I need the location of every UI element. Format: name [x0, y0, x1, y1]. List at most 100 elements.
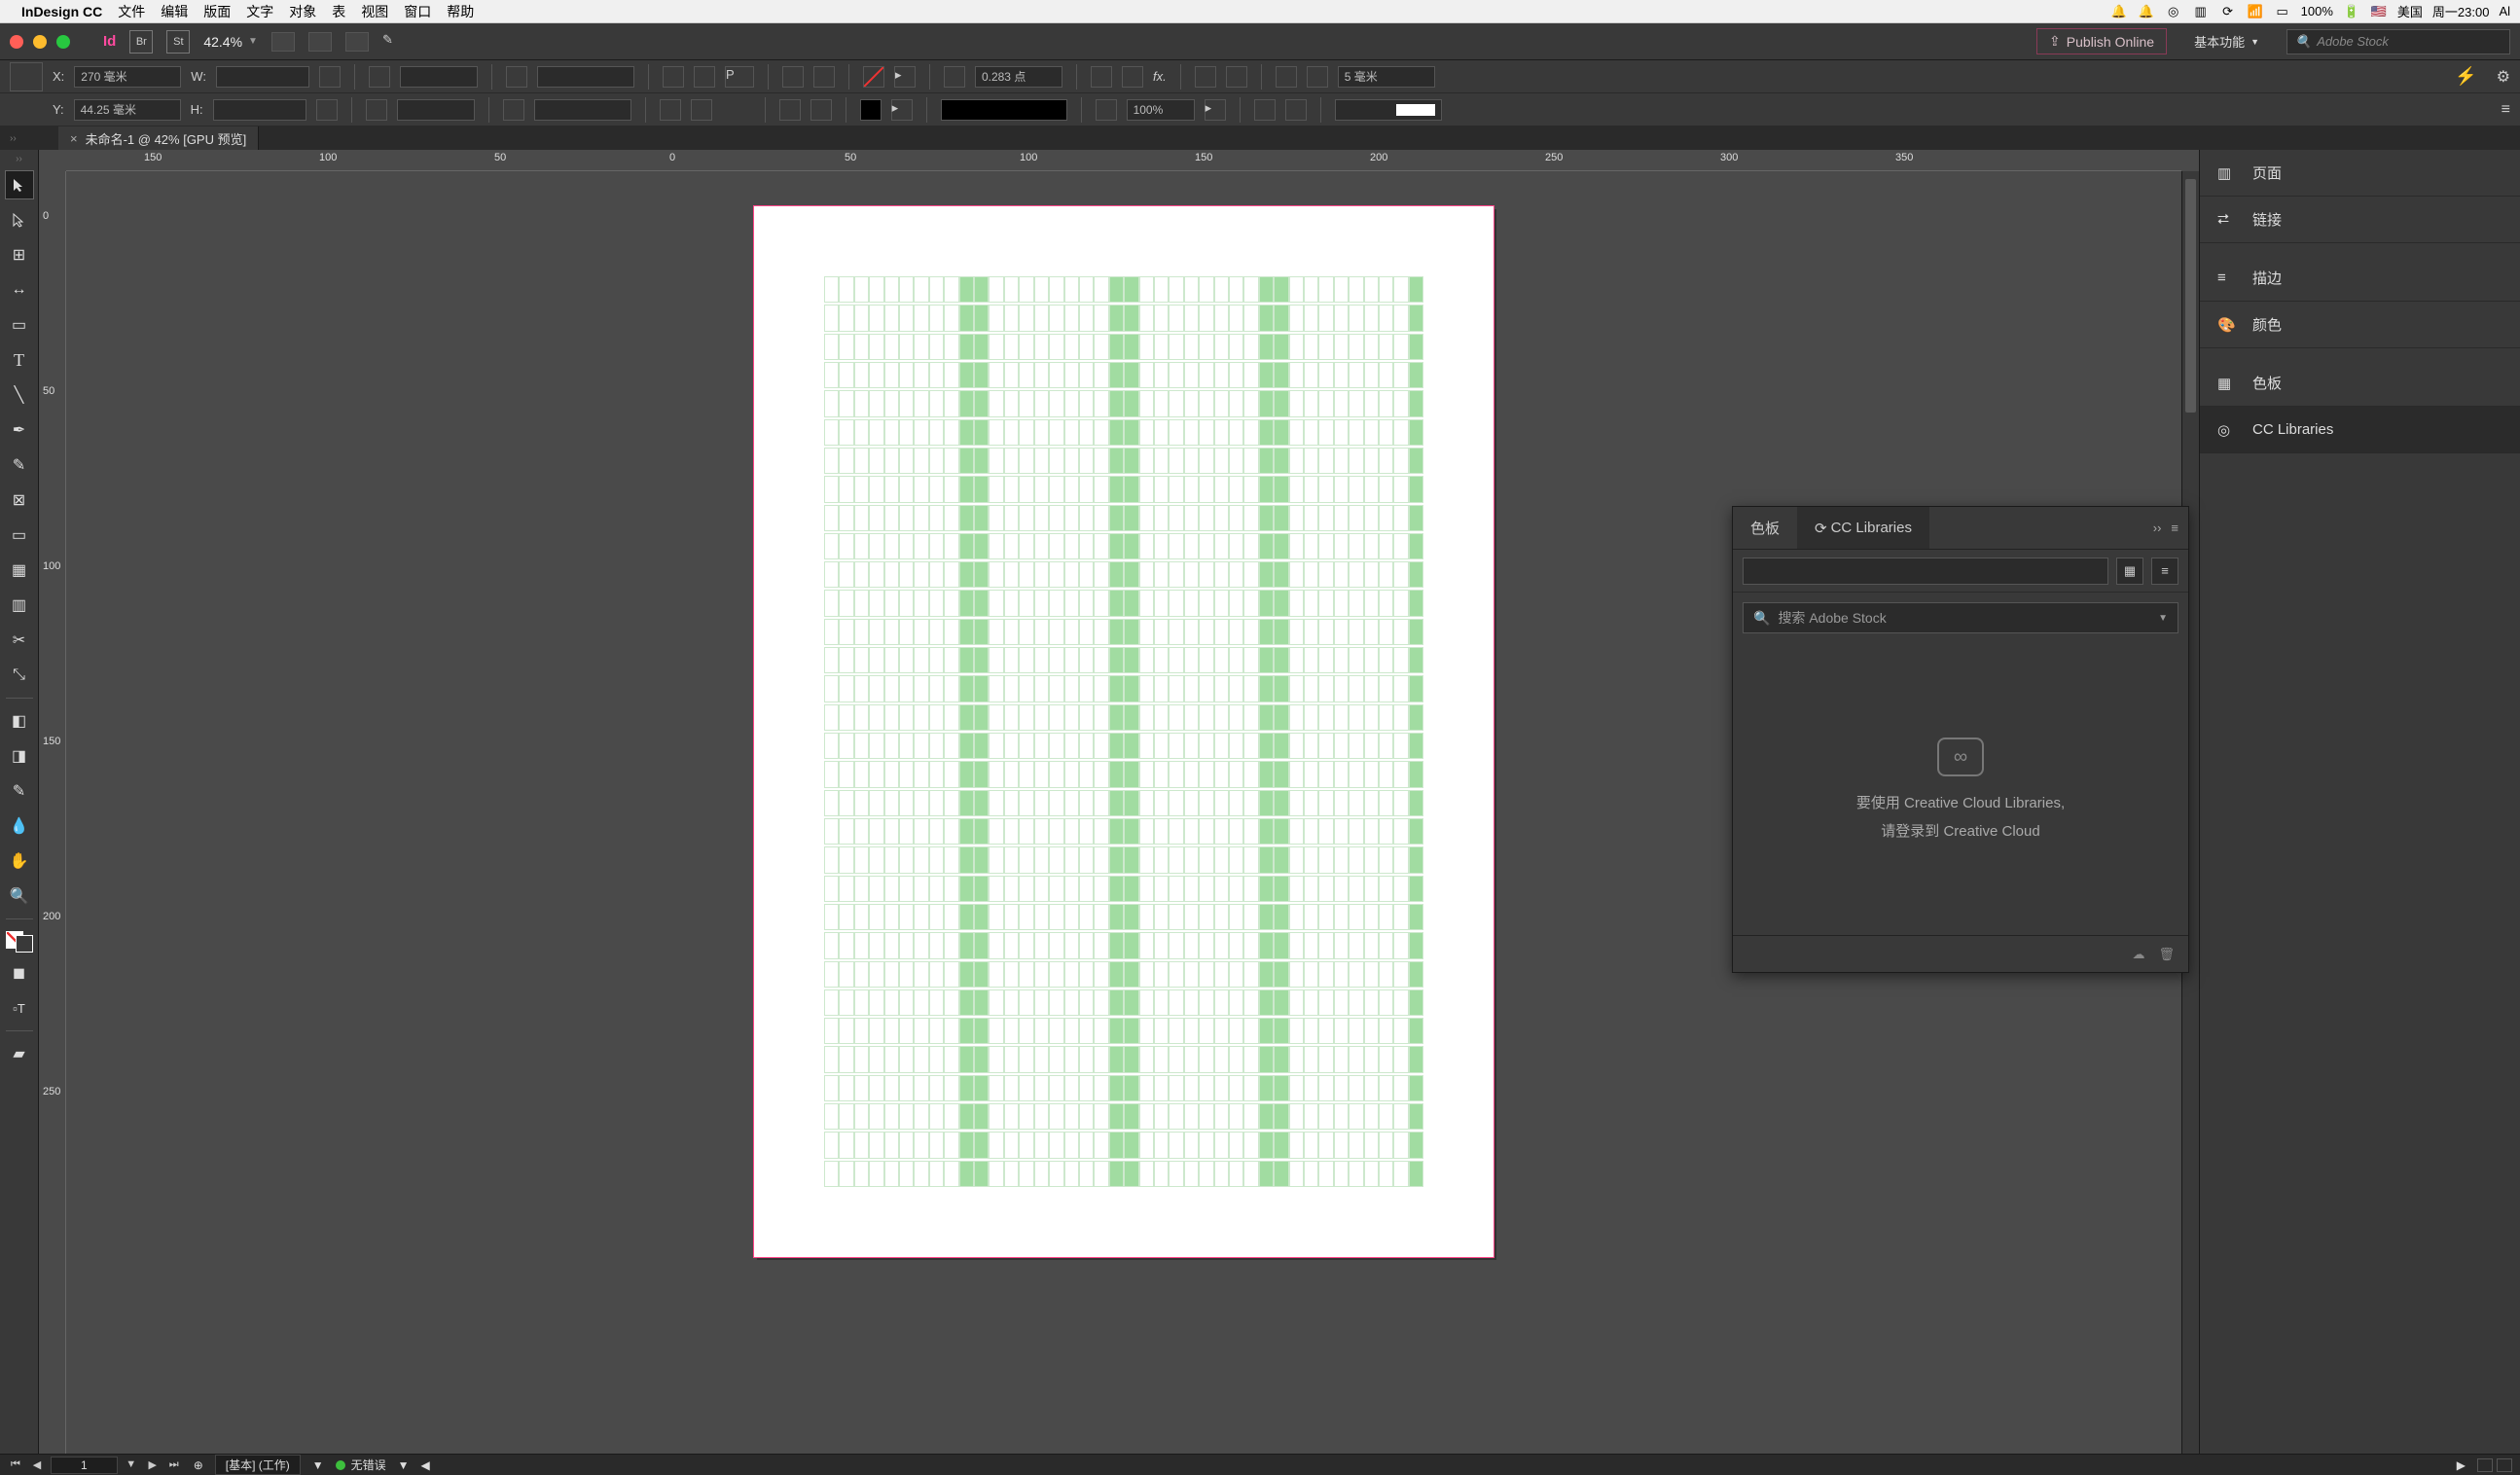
chevron-down-icon[interactable]: ▼	[2158, 613, 2168, 624]
grid-icon[interactable]	[1307, 66, 1328, 88]
preflight-scope-icon[interactable]: ⊕	[194, 1458, 203, 1472]
prev-page-button[interactable]: ◀	[29, 1458, 45, 1472]
scrollbar-thumb[interactable]	[2185, 179, 2196, 413]
flip-v-button[interactable]	[503, 99, 524, 121]
master-arrow[interactable]: ▼	[312, 1458, 324, 1472]
close-window-button[interactable]	[10, 35, 23, 49]
publish-online-button[interactable]: ⇪ Publish Online	[2036, 28, 2167, 54]
display-icon[interactable]: ▥	[2192, 4, 2210, 19]
library-dropdown[interactable]	[1743, 558, 2108, 585]
link-wh-icon[interactable]	[316, 99, 338, 121]
gpu-icon[interactable]: ✎	[382, 32, 402, 52]
minimize-window-button[interactable]	[33, 35, 47, 49]
first-page-button[interactable]: ⏮	[8, 1458, 23, 1472]
opacity-arrow[interactable]: ▸	[1205, 99, 1226, 121]
opacity-input[interactable]: 100%	[1127, 99, 1195, 121]
document-tab[interactable]: × 未命名-1 @ 42% [GPU 预览]	[58, 126, 259, 150]
preflight-status[interactable]: 无错误	[336, 1457, 386, 1473]
stroke-style-dropdown[interactable]	[941, 99, 1067, 121]
menu-help[interactable]: 帮助	[447, 2, 474, 21]
panel-swatches[interactable]: ▦ 色板	[2200, 360, 2520, 407]
workspace-dropdown[interactable]: 基本功能 ▼	[2194, 32, 2259, 51]
table-tool[interactable]: ▦	[5, 556, 34, 585]
arrange-button[interactable]	[345, 32, 369, 52]
rotate-field[interactable]	[400, 66, 478, 88]
shear-icon[interactable]	[366, 99, 387, 121]
align-button-2[interactable]	[813, 66, 835, 88]
hscroll-right[interactable]: ▶	[2457, 1458, 2466, 1472]
notification-icon[interactable]: 🔔	[2110, 4, 2128, 19]
gradient-swatch-tool[interactable]: ◧	[5, 706, 34, 736]
stroke-arrow[interactable]: ▸	[891, 99, 913, 121]
scissors-tool[interactable]: ✂	[5, 626, 34, 655]
selection-tool[interactable]	[5, 170, 34, 199]
stroke-swatch[interactable]	[860, 99, 882, 121]
rotate-ccw-button[interactable]	[694, 66, 715, 88]
screen-mode-button[interactable]	[308, 32, 332, 52]
fill-swatch[interactable]	[863, 66, 884, 88]
hand-tool[interactable]: ✋	[5, 846, 34, 876]
wrap-4[interactable]	[1285, 99, 1307, 121]
menu-view[interactable]: 视图	[361, 2, 388, 21]
panel-cc-libraries[interactable]: ◎ CC Libraries	[2200, 407, 2520, 453]
rectangle-tool[interactable]: ▭	[5, 521, 34, 550]
bridge-button[interactable]: Br	[129, 30, 153, 54]
battery-icon[interactable]: 🔋	[2343, 4, 2360, 19]
pen-tool[interactable]: ✒	[5, 415, 34, 445]
page-number-input[interactable]: 1	[51, 1457, 118, 1474]
shear-field[interactable]	[397, 99, 475, 121]
collapse-panel-icon[interactable]: ››	[2153, 521, 2162, 535]
h-input[interactable]	[213, 99, 306, 121]
settings-gear-icon[interactable]: ⚙	[2497, 67, 2510, 87]
w-input[interactable]	[216, 66, 309, 88]
preflight-arrow[interactable]: ▼	[398, 1458, 410, 1472]
flip-h-button[interactable]	[506, 66, 527, 88]
hscroll-left[interactable]: ◀	[421, 1458, 430, 1472]
master-dropdown[interactable]: [基本] (工作)	[215, 1455, 301, 1475]
menu-object[interactable]: 对象	[289, 2, 316, 21]
split-view-button[interactable]	[2477, 1458, 2493, 1472]
scale-x-field[interactable]	[537, 66, 634, 88]
y-input[interactable]: 44.25 毫米	[74, 99, 181, 121]
list-view-button[interactable]: ≡	[2151, 558, 2178, 585]
cc-status-icon[interactable]: ◎	[2165, 4, 2182, 19]
zoom-level-dropdown[interactable]: 42.4% ▼	[203, 34, 258, 50]
view-options-button[interactable]	[271, 32, 295, 52]
direct-selection-tool[interactable]	[5, 205, 34, 234]
structure-view-button[interactable]	[2497, 1458, 2512, 1472]
distribute-2[interactable]	[810, 99, 832, 121]
sync-icon[interactable]: ⟳	[2219, 4, 2237, 19]
vertical-ruler[interactable]: 0 50 100 150 200 250	[39, 171, 66, 1454]
next-page-button[interactable]: ▶	[145, 1458, 161, 1472]
panel-tab-cclib[interactable]: ⟳CC Libraries	[1797, 507, 1929, 549]
gradient-feather-tool[interactable]: ◨	[5, 741, 34, 771]
menu-window[interactable]: 窗口	[404, 2, 431, 21]
gap-tool[interactable]: ↔	[5, 275, 34, 305]
swatch-arrow[interactable]: ▸	[894, 66, 916, 88]
reference-point-widget[interactable]	[10, 62, 43, 91]
menubar-app-name[interactable]: InDesign CC	[21, 4, 102, 19]
wrap-3[interactable]	[1254, 99, 1276, 121]
pencil-tool[interactable]: ✎	[5, 450, 34, 480]
menu-layout[interactable]: 版面	[203, 2, 231, 21]
fx-button-1[interactable]	[1091, 66, 1112, 88]
panel-tab-swatches[interactable]: 色板	[1733, 507, 1797, 549]
free-transform-tool[interactable]: ⤡	[5, 661, 34, 690]
stock-search-input[interactable]: 🔍 搜索 Adobe Stock ▼	[1743, 602, 2178, 633]
rotate-input[interactable]	[369, 66, 390, 88]
clock-label[interactable]: 周一23:00	[2432, 2, 2490, 20]
flag-icon[interactable]: 🇺🇸	[2370, 4, 2388, 19]
rotate-cw-button[interactable]	[663, 66, 684, 88]
formatting-container-button[interactable]: ▫T	[5, 993, 34, 1023]
note-tool[interactable]: ✎	[5, 776, 34, 806]
menu-edit[interactable]: 编辑	[161, 2, 188, 21]
page[interactable]	[754, 206, 1494, 1257]
fill-stroke-swatch[interactable]	[6, 931, 33, 953]
panel-menu-icon[interactable]: ≡	[2502, 101, 2510, 119]
type-tool[interactable]: T	[5, 345, 34, 375]
flip-button-2[interactable]	[691, 99, 712, 121]
grid-crop-icon[interactable]	[1276, 66, 1297, 88]
grid-tool[interactable]: ▥	[5, 591, 34, 620]
grid-spacing-input[interactable]: 5 毫米	[1338, 66, 1435, 88]
panel-links[interactable]: ⮂ 链接	[2200, 197, 2520, 243]
